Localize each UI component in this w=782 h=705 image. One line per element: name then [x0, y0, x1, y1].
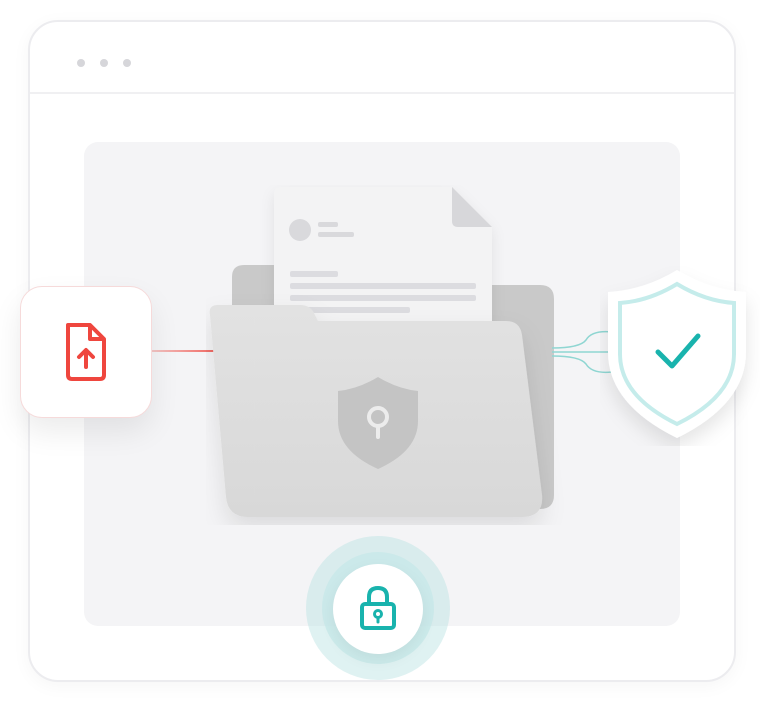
- lock-badge[interactable]: [333, 564, 423, 654]
- window-control-dot[interactable]: [100, 59, 108, 67]
- window-titlebar: [30, 22, 734, 94]
- window-control-dot[interactable]: [77, 59, 85, 67]
- folder-icon: [209, 187, 554, 517]
- window-control-dot[interactable]: [123, 59, 131, 67]
- padlock-icon: [360, 585, 396, 630]
- upload-card[interactable]: [20, 286, 152, 418]
- file-upload-icon: [66, 323, 106, 381]
- shield-check-icon[interactable]: [600, 266, 760, 446]
